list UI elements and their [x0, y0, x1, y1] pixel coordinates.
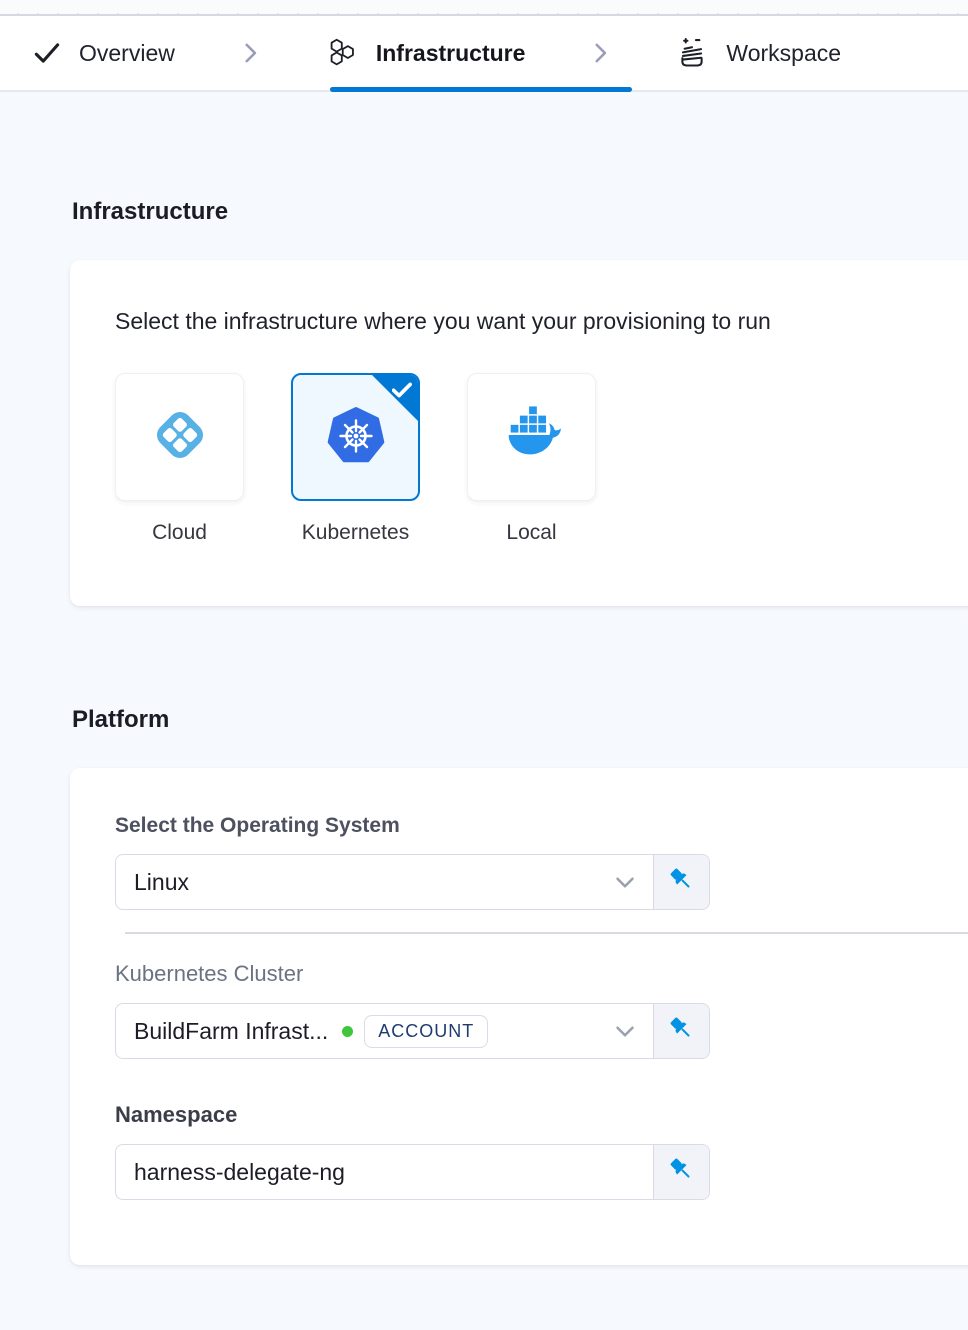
os-select-value: Linux: [134, 869, 189, 896]
chevron-right-icon: [237, 40, 263, 66]
pin-icon: [668, 1015, 695, 1047]
scope-badge: ACCOUNT: [364, 1015, 488, 1048]
platform-section-heading: Platform: [72, 706, 968, 734]
cluster-pin-button[interactable]: [653, 1004, 709, 1058]
platform-card: Select the Operating System Linux Kubern…: [70, 768, 968, 1265]
os-field-label: Select the Operating System: [115, 814, 965, 838]
cloud-tile-label: Cloud: [152, 521, 207, 545]
option-kubernetes: Kubernetes: [291, 373, 420, 545]
connector-status-dot: [342, 1026, 353, 1037]
namespace-field-label: Namespace: [115, 1102, 965, 1128]
wizard-tab-bar: Overview Infrastructure: [0, 16, 968, 92]
cluster-select[interactable]: BuildFarm Infrast... ACCOUNT: [116, 1004, 653, 1058]
cloud-icon: [147, 402, 213, 473]
chevron-down-icon: [603, 876, 635, 889]
cloud-tile[interactable]: [115, 373, 244, 501]
dotted-top-strip: [0, 0, 968, 16]
option-cloud: Cloud: [115, 373, 244, 545]
local-tile[interactable]: [467, 373, 596, 501]
selected-check-icon: [392, 382, 412, 403]
tab-overview[interactable]: Overview: [32, 38, 175, 68]
os-pin-button[interactable]: [653, 855, 709, 909]
check-icon: [32, 38, 62, 68]
pin-icon: [668, 1156, 695, 1188]
tab-infrastructure[interactable]: Infrastructure: [325, 36, 526, 70]
infrastructure-card: Select the infrastructure where you want…: [70, 260, 968, 606]
kubernetes-tile-label: Kubernetes: [302, 521, 409, 545]
chevron-down-icon: [603, 1025, 635, 1038]
os-select[interactable]: Linux: [116, 855, 653, 909]
tab-overview-label: Overview: [79, 40, 175, 67]
namespace-input[interactable]: harness-delegate-ng: [116, 1145, 653, 1199]
active-tab-underline: [330, 87, 632, 92]
tab-workspace-label: Workspace: [726, 40, 841, 67]
stack-icon: [675, 36, 709, 70]
tab-workspace[interactable]: Workspace: [675, 36, 841, 70]
local-tile-label: Local: [506, 521, 556, 545]
pin-icon: [668, 866, 695, 898]
namespace-input-value: harness-delegate-ng: [134, 1159, 345, 1186]
kubernetes-tile[interactable]: [291, 373, 420, 501]
hexagons-icon: [325, 36, 359, 70]
infrastructure-section-heading: Infrastructure: [72, 198, 968, 226]
tab-infrastructure-label: Infrastructure: [376, 40, 526, 67]
cluster-field-label: Kubernetes Cluster: [115, 961, 965, 987]
namespace-field-group: harness-delegate-ng: [115, 1144, 710, 1200]
cluster-select-value: BuildFarm Infrast...: [134, 1018, 328, 1045]
chevron-right-icon: [587, 40, 613, 66]
os-field-group: Linux: [115, 854, 710, 910]
docker-icon: [501, 404, 563, 471]
option-local: Local: [467, 373, 596, 545]
infrastructure-instruction: Select the infrastructure where you want…: [115, 308, 965, 335]
field-divider: [125, 932, 968, 934]
infrastructure-options: Cloud: [115, 373, 965, 545]
cluster-field-group: BuildFarm Infrast... ACCOUNT: [115, 1003, 710, 1059]
namespace-pin-button[interactable]: [653, 1145, 709, 1199]
